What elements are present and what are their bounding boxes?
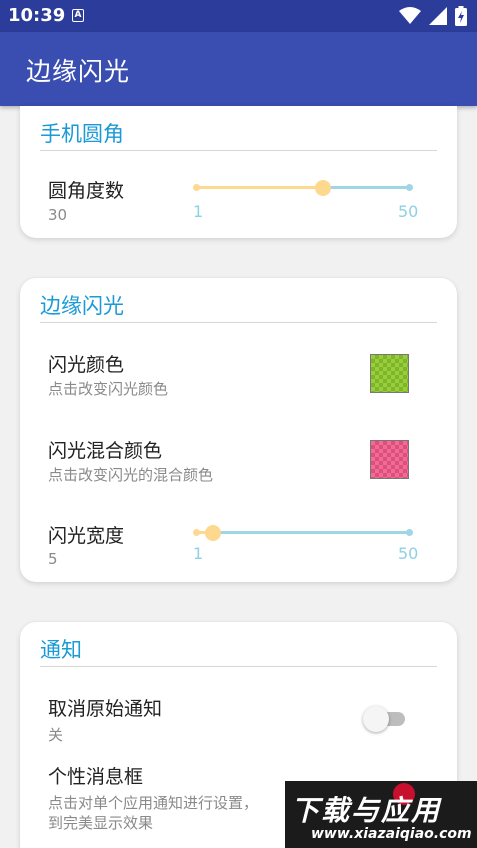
watermark-url: www.xiazaiqiao.com	[311, 826, 472, 842]
signal-icon	[429, 7, 447, 25]
divider	[40, 666, 437, 667]
custom-box-desc-line2: 到完美显示效果	[48, 814, 154, 832]
page-title: 边缘闪光	[26, 57, 131, 86]
status-bar: 10:39 A	[0, 0, 477, 32]
notify-section-title: 通知	[40, 638, 82, 662]
mix-color-label: 闪光混合颜色	[48, 440, 163, 462]
slider-start-dot	[193, 184, 200, 191]
slider-max-label: 50	[398, 202, 419, 221]
flash-color-desc: 点击改变闪光颜色	[48, 380, 169, 398]
slider-min-label: 1	[193, 544, 204, 563]
corner-card: 手机圆角 圆角度数 30 1 50	[20, 106, 457, 238]
wifi-icon	[399, 7, 421, 24]
cancel-original-state: 关	[48, 726, 64, 744]
corner-radius-label: 圆角度数	[48, 180, 125, 202]
divider	[40, 150, 437, 151]
slider-start-dot	[193, 529, 200, 536]
mix-color-row[interactable]: 闪光混合颜色 点击改变闪光的混合颜色	[20, 426, 457, 496]
corner-radius-slider[interactable]	[193, 178, 413, 198]
mix-color-desc: 点击改变闪光的混合颜色	[48, 466, 214, 484]
flash-width-label: 闪光宽度	[48, 525, 125, 547]
status-time: 10:39	[8, 5, 66, 26]
cancel-original-row[interactable]: 取消原始通知 关	[20, 684, 457, 754]
custom-box-desc-line1: 点击对单个应用通知进行设置，	[48, 794, 259, 812]
slider-track	[196, 531, 410, 534]
battery-icon	[455, 6, 467, 26]
flash-color-label: 闪光颜色	[48, 354, 125, 376]
slider-thumb[interactable]	[314, 180, 331, 196]
slider-fill	[196, 186, 323, 189]
custom-box-label: 个性消息框	[48, 766, 144, 788]
corner-section-title: 手机圆角	[40, 122, 124, 146]
notification-a-icon: A	[72, 9, 84, 22]
divider	[40, 322, 437, 323]
watermark-logo: 下载与应用 www.xiazaiqiao.com	[285, 781, 477, 848]
slider-min-label: 1	[193, 202, 204, 221]
edge-section-title: 边缘闪光	[40, 294, 124, 318]
flash-width-slider[interactable]	[193, 523, 413, 543]
watermark-name: 下载与应用	[291, 794, 442, 827]
slider-end-dot	[406, 529, 413, 536]
edge-flash-card: 边缘闪光 闪光颜色 点击改变闪光颜色 闪光混合颜色 点击改变闪光的混合颜色 闪光…	[20, 278, 457, 582]
cancel-original-toggle[interactable]	[363, 706, 409, 732]
app-bar: 边缘闪光	[0, 32, 477, 106]
cancel-original-label: 取消原始通知	[48, 698, 163, 720]
slider-thumb[interactable]	[205, 525, 222, 541]
slider-max-label: 50	[398, 544, 419, 563]
mix-color-swatch[interactable]	[370, 440, 409, 479]
slider-end-dot	[406, 184, 413, 191]
corner-radius-value: 30	[48, 206, 68, 224]
flash-color-row[interactable]: 闪光颜色 点击改变闪光颜色	[20, 340, 457, 410]
flash-width-value: 5	[48, 550, 58, 568]
flash-color-swatch[interactable]	[370, 354, 409, 393]
toggle-thumb	[363, 706, 389, 732]
